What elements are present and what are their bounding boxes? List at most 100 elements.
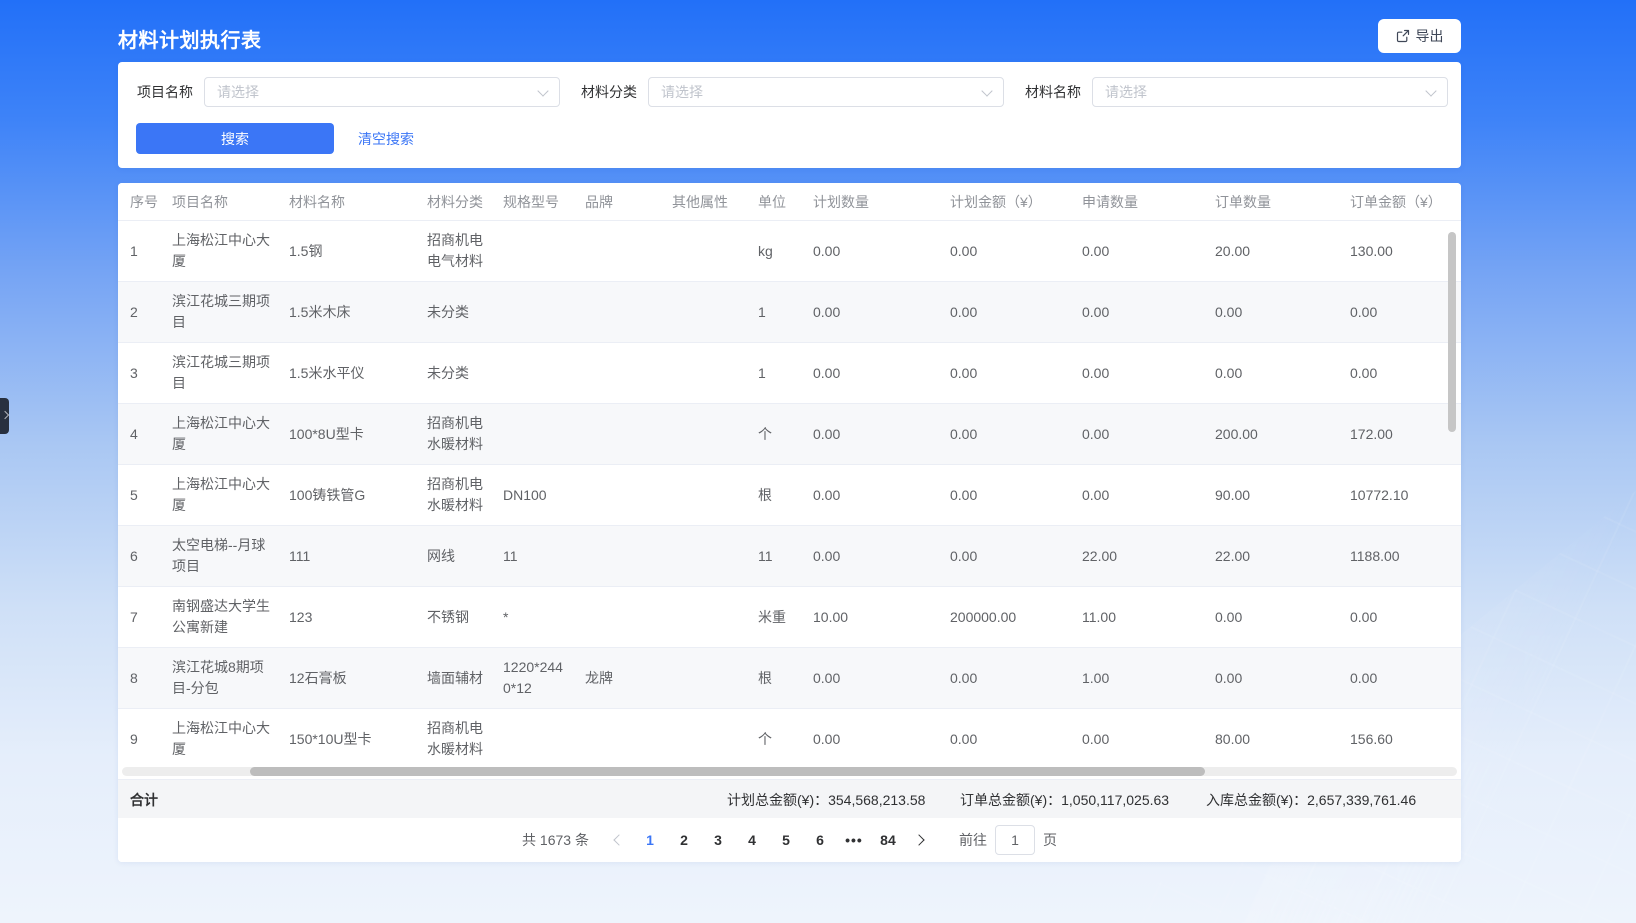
- goto-suffix: 页: [1043, 830, 1057, 850]
- table-cell: 0.00: [1203, 648, 1338, 709]
- table-cell: 0.00: [801, 465, 938, 526]
- table-cell: 100*8U型卡: [277, 404, 415, 465]
- pagination-goto: 前往 页: [959, 825, 1057, 855]
- table-row: 8滨江花城8期项目-分包12石膏板墙面辅材1220*2440*12龙牌根0.00…: [118, 648, 1461, 709]
- table-cell: 22.00: [1203, 526, 1338, 587]
- export-button-label: 导出: [1416, 26, 1444, 46]
- pagination-page-4[interactable]: 4: [738, 826, 766, 854]
- filter-select[interactable]: 请选择: [1092, 77, 1448, 107]
- table-cell: 0.00: [1203, 587, 1338, 648]
- table-cell: 0.00: [801, 282, 938, 343]
- table-cell: 172.00: [1338, 404, 1461, 465]
- pagination-page-2[interactable]: 2: [670, 826, 698, 854]
- table-cell: [660, 282, 746, 343]
- table-cell: 20.00: [1203, 221, 1338, 282]
- table-cell: 156.60: [1338, 709, 1461, 766]
- table-cell: 90.00: [1203, 465, 1338, 526]
- horizontal-scrollbar[interactable]: [118, 765, 1461, 779]
- table-cell: 0.00: [1203, 282, 1338, 343]
- table-row: 2滨江花城三期项目1.5米木床未分类10.000.000.000.000.00: [118, 282, 1461, 343]
- table-cell: 滨江花城8期项目-分包: [160, 648, 277, 709]
- pagination-page-3[interactable]: 3: [704, 826, 732, 854]
- drawer-handle[interactable]: [0, 398, 9, 434]
- table-cell: 4: [118, 404, 160, 465]
- table-cell: [573, 587, 660, 648]
- table-cell: 上海松江中心大厦: [160, 404, 277, 465]
- table-cell: 根: [746, 465, 801, 526]
- table-cell: 9: [118, 709, 160, 766]
- export-button[interactable]: 导出: [1378, 19, 1461, 53]
- table-cell: 1.00: [1070, 648, 1203, 709]
- export-icon: [1396, 29, 1410, 43]
- table-cell: 0.00: [938, 526, 1070, 587]
- table-row: 1上海松江中心大厦1.5钢招商机电电气材料kg0.000.000.0020.00…: [118, 221, 1461, 282]
- column-header: 规格型号: [491, 183, 573, 221]
- filter-label: 项目名称: [137, 82, 193, 102]
- vertical-scrollbar[interactable]: [1448, 232, 1456, 432]
- pagination-page-84[interactable]: 84: [874, 826, 902, 854]
- table-cell: 0.00: [1070, 404, 1203, 465]
- filter-group: 材料分类 请选择: [581, 77, 1004, 107]
- table-cell: 1: [118, 221, 160, 282]
- table-cell: [660, 404, 746, 465]
- summary-order-total: 订单总金额(¥)：1,050,117,025.63: [960, 790, 1169, 810]
- table-cell: [491, 282, 573, 343]
- table-row: 5上海松江中心大厦100铸铁管G招商机电水暖材料DN100根0.000.000.…: [118, 465, 1461, 526]
- table-cell: 0.00: [938, 404, 1070, 465]
- table-cell: 11: [491, 526, 573, 587]
- table-cell: 10.00: [801, 587, 938, 648]
- table-cell: 个: [746, 709, 801, 766]
- search-button[interactable]: 搜索: [136, 123, 334, 154]
- table-cell: 0.00: [1203, 343, 1338, 404]
- table-cell: 0.00: [938, 709, 1070, 766]
- table-cell: [573, 465, 660, 526]
- table-cell: [660, 526, 746, 587]
- table-cell: 0.00: [1070, 221, 1203, 282]
- table-cell: kg: [746, 221, 801, 282]
- table-cell: 0.00: [938, 343, 1070, 404]
- filter-label: 材料名称: [1025, 82, 1081, 102]
- filter-actions-row: 搜索 清空搜索: [118, 107, 1461, 154]
- chevron-down-icon: [981, 85, 992, 96]
- table-cell: 0.00: [938, 465, 1070, 526]
- table-cell: [660, 709, 746, 766]
- pagination-more[interactable]: •••: [840, 826, 868, 854]
- filter-panel: 项目名称 请选择 材料分类 请选择 材料名称 请选择 搜索 清空搜索: [118, 62, 1461, 168]
- table-cell: 0.00: [1070, 709, 1203, 766]
- goto-label: 前往: [959, 830, 987, 850]
- table-cell: 网线: [415, 526, 491, 587]
- table-cell: 10772.10: [1338, 465, 1461, 526]
- table-cell: 0.00: [801, 526, 938, 587]
- table-cell: [660, 587, 746, 648]
- scrollbar-thumb[interactable]: [250, 767, 1205, 776]
- pagination-next-button[interactable]: [905, 826, 933, 854]
- table-cell: [491, 404, 573, 465]
- material-plan-table: 序号项目名称材料名称材料分类规格型号品牌其他属性单位计划数量计划金额（¥）申请数…: [118, 183, 1461, 765]
- table-cell: [491, 709, 573, 766]
- table-cell: 0.00: [801, 709, 938, 766]
- table-cell: 0.00: [938, 648, 1070, 709]
- filter-select[interactable]: 请选择: [204, 77, 560, 107]
- pagination-page-1[interactable]: 1: [636, 826, 664, 854]
- table-cell: 123: [277, 587, 415, 648]
- table-cell: 不锈钢: [415, 587, 491, 648]
- pagination-page-6[interactable]: 6: [806, 826, 834, 854]
- column-header: 品牌: [573, 183, 660, 221]
- table-cell: [573, 404, 660, 465]
- table-row: 3滨江花城三期项目1.5米水平仪未分类10.000.000.000.000.00: [118, 343, 1461, 404]
- column-header: 其他属性: [660, 183, 746, 221]
- table-cell: 0.00: [801, 343, 938, 404]
- pagination-page-5[interactable]: 5: [772, 826, 800, 854]
- table-cell: 根: [746, 648, 801, 709]
- table-cell: 0.00: [1338, 343, 1461, 404]
- column-header: 计划数量: [801, 183, 938, 221]
- table-viewport: 序号项目名称材料名称材料分类规格型号品牌其他属性单位计划数量计划金额（¥）申请数…: [118, 183, 1461, 765]
- filter-select[interactable]: 请选择: [648, 77, 1004, 107]
- clear-search-link[interactable]: 清空搜索: [358, 129, 414, 149]
- table-cell: [573, 221, 660, 282]
- goto-page-input[interactable]: [995, 825, 1035, 855]
- table-cell: 招商机电水暖材料: [415, 404, 491, 465]
- pagination-prev-button[interactable]: [605, 826, 633, 854]
- table-cell: 上海松江中心大厦: [160, 221, 277, 282]
- summary-bar: 合计 计划总金额(¥)：354,568,213.58 订单总金额(¥)：1,05…: [118, 779, 1461, 818]
